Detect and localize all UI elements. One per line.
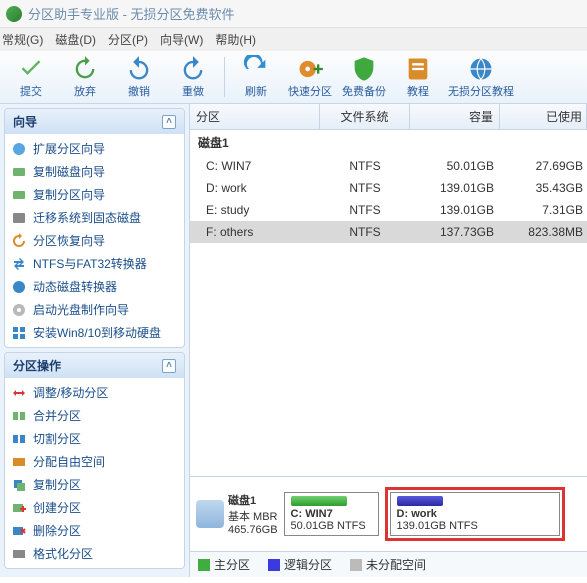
tutorial-button[interactable]: 教程 [391,53,445,101]
create-icon [11,500,27,516]
legend-free: 未分配空间 [350,556,426,573]
col-used[interactable]: 已使用 [500,104,587,129]
wizard-panel: 向导 ˄ 扩展分区向导 复制磁盘向导 复制分区向导 迁移系统到固态磁盘 分区恢复… [4,108,185,348]
sidebar-item-delete[interactable]: 删除分区 [7,519,182,542]
redo-icon [179,55,207,83]
sidebar-item-migrate-ssd[interactable]: 迁移系统到固态磁盘 [7,206,182,229]
sidebar-item-boot-disc[interactable]: 启动光盘制作向导 [7,298,182,321]
table-row[interactable]: C: WIN7 NTFS 50.01GB 27.69GB [190,155,587,177]
partition-box-c[interactable]: C: WIN7 50.01GB NTFS [284,492,379,536]
split-icon [11,431,27,447]
refresh-button[interactable]: 刷新 [229,53,283,101]
refresh-arrows-icon [71,55,99,83]
ops-panel-title: 分区操作 [13,357,61,374]
globe-icon [467,55,495,83]
ops-panel-header[interactable]: 分区操作 ˄ [5,353,184,378]
disk-map: 磁盘1 基本 MBR 465.76GB C: WIN7 50.01GB NTFS… [190,476,587,551]
table-row-selected[interactable]: F: others NTFS 137.73GB 823.38MB [190,221,587,243]
menu-help[interactable]: 帮助(H) [215,31,256,48]
menu-bar: 常规(G) 磁盘(D) 分区(P) 向导(W) 帮助(H) [0,28,587,51]
toolbar: 提交 放弃 撤销 重做 刷新 快速分区 免费备份 教程 无损分区教程 [0,51,587,104]
discard-button[interactable]: 放弃 [58,53,112,101]
book-icon [404,55,432,83]
copy-icon [11,477,27,493]
lossless-tutorial-button[interactable]: 无损分区教程 [445,53,517,101]
col-partition[interactable]: 分区 [190,104,320,129]
table-row[interactable]: E: study NTFS 139.01GB 7.31GB [190,199,587,221]
format-icon [11,546,27,562]
legend: 主分区 逻辑分区 未分配空间 [190,551,587,577]
col-capacity[interactable]: 容量 [410,104,500,129]
reload-icon [242,55,270,83]
resize-icon [11,385,27,401]
sidebar-item-win8-10[interactable]: 安装Win8/10到移动硬盘 [7,321,182,344]
app-logo-icon [6,6,22,22]
disk-type: 基本 MBR [228,508,278,524]
allocate-icon [11,454,27,470]
shield-icon [350,55,378,83]
sidebar-item-create[interactable]: 创建分区 [7,496,182,519]
windows-icon [11,325,27,341]
ops-panel: 分区操作 ˄ 调整/移动分区 合并分区 切割分区 分配自由空间 复制分区 创建分… [4,352,185,569]
recover-icon [11,233,27,249]
disk-group-header[interactable]: 磁盘1 [190,130,587,155]
sidebar-item-copy-disk[interactable]: 复制磁盘向导 [7,160,182,183]
free-backup-button[interactable]: 免费备份 [337,53,391,101]
redo-button[interactable]: 重做 [166,53,220,101]
sidebar-item-format[interactable]: 格式化分区 [7,542,182,565]
sidebar-item-allocate[interactable]: 分配自由空间 [7,450,182,473]
hard-disk-icon [196,500,224,528]
disk-info[interactable]: 磁盘1 基本 MBR 465.76GB [196,492,278,536]
dynamic-icon [11,279,27,295]
menu-general[interactable]: 常规(G) [2,31,43,48]
grid-body: 磁盘1 C: WIN7 NTFS 50.01GB 27.69GB D: work… [190,130,587,476]
content-area: 分区 文件系统 容量 已使用 磁盘1 C: WIN7 NTFS 50.01GB … [190,104,587,577]
col-filesystem[interactable]: 文件系统 [320,104,410,129]
title-bar: 分区助手专业版 - 无损分区免费软件 [0,0,587,28]
disk-name: 磁盘1 [228,492,278,508]
sidebar-item-recover[interactable]: 分区恢复向导 [7,229,182,252]
ssd-icon [11,210,27,226]
sidebar-item-merge[interactable]: 合并分区 [7,404,182,427]
convert-icon [11,256,27,272]
sidebar-item-resize[interactable]: 调整/移动分区 [7,381,182,404]
sidebar-item-copy[interactable]: 复制分区 [7,473,182,496]
sidebar-item-ntfs-fat32[interactable]: NTFS与FAT32转换器 [7,252,182,275]
wizard-panel-header[interactable]: 向导 ˄ [5,109,184,134]
highlighted-partition: D: work 139.01GB NTFS [385,487,565,541]
sidebar-item-split[interactable]: 切割分区 [7,427,182,450]
sidebar-item-dynamic-disk[interactable]: 动态磁盘转换器 [7,275,182,298]
menu-disk[interactable]: 磁盘(D) [55,31,96,48]
table-row[interactable]: D: work NTFS 139.01GB 35.43GB [190,177,587,199]
legend-logical: 逻辑分区 [268,556,332,573]
collapse-icon[interactable]: ˄ [162,359,176,373]
check-icon [17,55,45,83]
partition-icon [11,187,27,203]
grid-header: 分区 文件系统 容量 已使用 [190,104,587,130]
disk-icon [11,164,27,180]
menu-partition[interactable]: 分区(P) [108,31,148,48]
merge-icon [11,408,27,424]
sidebar-item-copy-part[interactable]: 复制分区向导 [7,183,182,206]
wizard-panel-title: 向导 [13,113,37,130]
submit-button[interactable]: 提交 [4,53,58,101]
quick-partition-button[interactable]: 快速分区 [283,53,337,101]
legend-primary: 主分区 [198,556,250,573]
undo-button[interactable]: 撤销 [112,53,166,101]
menu-wizard[interactable]: 向导(W) [160,31,203,48]
sidebar-item-extend[interactable]: 扩展分区向导 [7,137,182,160]
disk-size: 465.76GB [228,524,278,536]
partition-box-d[interactable]: D: work 139.01GB NTFS [390,492,560,536]
undo-icon [125,55,153,83]
window-title: 分区助手专业版 - 无损分区免费软件 [28,4,235,23]
delete-icon [11,523,27,539]
collapse-icon[interactable]: ˄ [162,115,176,129]
disk-plus-icon [296,55,324,83]
wizard-icon [11,141,27,157]
disc-icon [11,302,27,318]
sidebar: 向导 ˄ 扩展分区向导 复制磁盘向导 复制分区向导 迁移系统到固态磁盘 分区恢复… [0,104,190,577]
